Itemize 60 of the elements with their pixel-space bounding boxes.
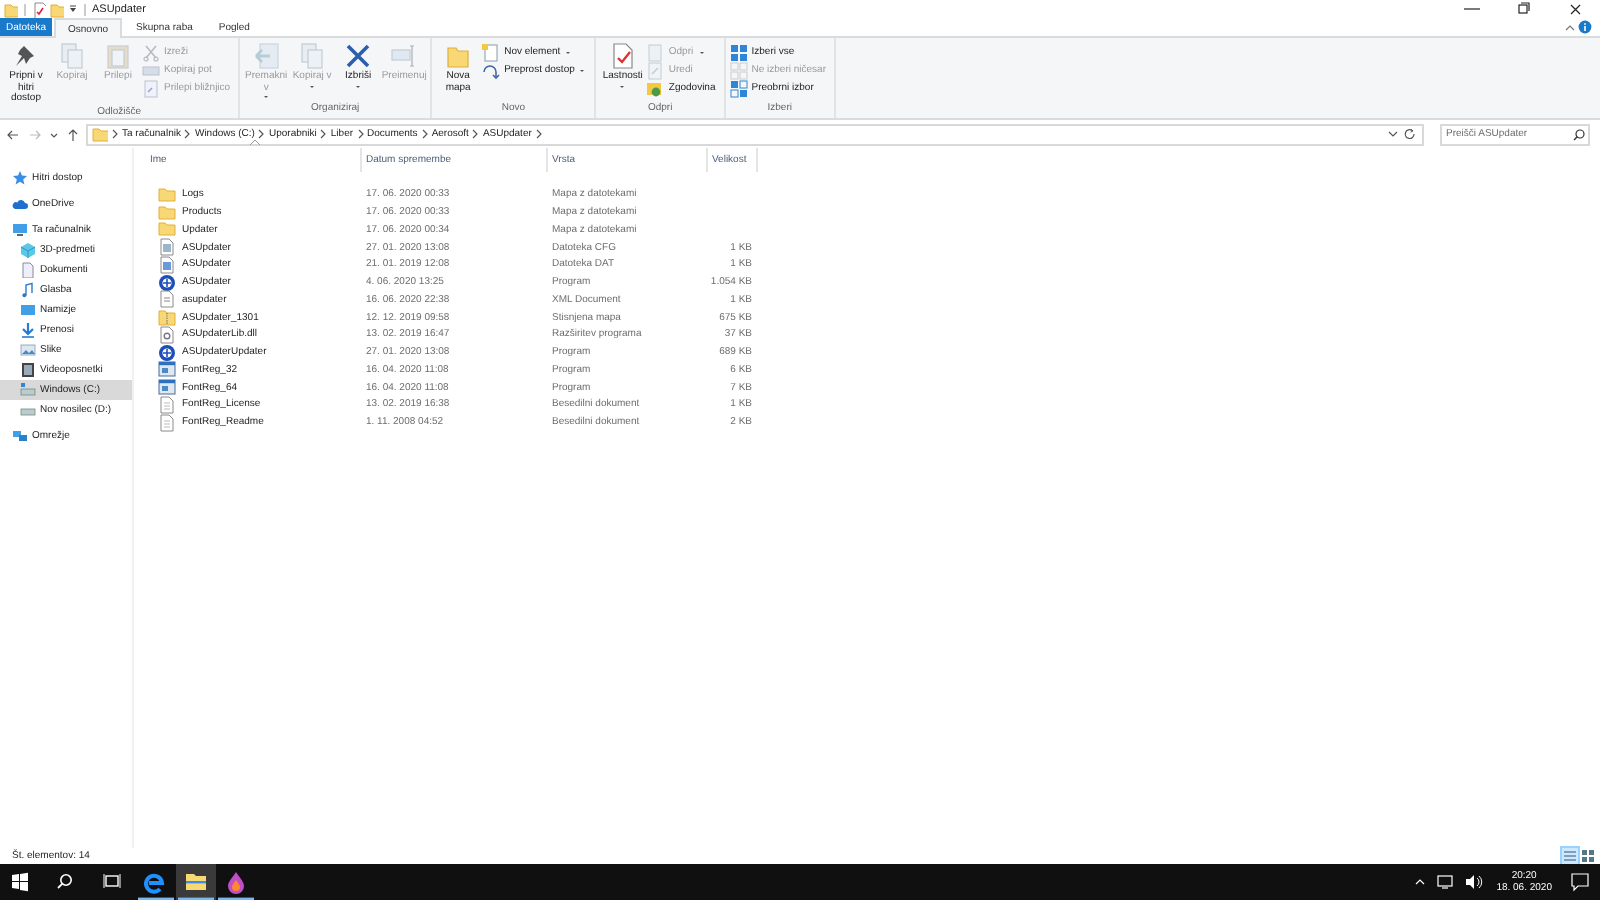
download-icon xyxy=(20,322,36,338)
select-none-icon xyxy=(729,61,748,79)
history-icon xyxy=(646,79,665,97)
document-icon xyxy=(158,290,176,309)
properties-icon[interactable] xyxy=(32,1,46,17)
large-icons-view-icon[interactable] xyxy=(1580,848,1596,864)
chevron-icon[interactable] xyxy=(419,126,430,142)
document-icon xyxy=(20,262,36,278)
customize-toolbar-icon[interactable] xyxy=(68,1,78,17)
chevron-icon[interactable] xyxy=(533,126,544,142)
folder-icon xyxy=(444,42,473,70)
folder-icon xyxy=(92,125,108,143)
star-icon xyxy=(12,170,28,186)
select-all-icon xyxy=(729,43,748,61)
up-icon[interactable] xyxy=(64,125,82,143)
scissors-icon xyxy=(142,43,160,61)
pin-icon xyxy=(12,42,40,70)
delete-icon xyxy=(344,42,373,70)
chevron-icon[interactable] xyxy=(110,126,120,142)
invert-selection-icon xyxy=(729,79,748,97)
edit-icon xyxy=(646,61,665,79)
app-icon xyxy=(158,273,176,292)
cube-icon xyxy=(20,242,36,258)
music-icon xyxy=(20,282,36,298)
window-icon xyxy=(158,378,176,397)
chevron-icon[interactable] xyxy=(182,126,193,142)
refresh-icon[interactable] xyxy=(1402,126,1418,142)
computer-icon xyxy=(12,222,28,238)
network-icon xyxy=(12,428,28,444)
video-icon xyxy=(20,362,36,378)
rename-icon xyxy=(390,42,419,70)
drive-icon xyxy=(20,382,36,398)
search-icon[interactable] xyxy=(1572,127,1586,141)
image-icon xyxy=(20,342,36,358)
new-item-icon xyxy=(482,43,501,61)
copy-icon xyxy=(58,42,86,70)
chevron-icon[interactable] xyxy=(355,126,366,142)
collapse-ribbon-icon[interactable] xyxy=(1564,21,1576,33)
window-icon xyxy=(158,360,176,379)
chevron-icon[interactable] xyxy=(470,126,481,142)
text-file-icon xyxy=(158,395,176,414)
app-icon xyxy=(158,343,176,362)
sort-icon xyxy=(248,138,262,146)
chevron-icon[interactable] xyxy=(318,126,329,142)
copy-icon xyxy=(298,42,327,70)
paste-icon xyxy=(104,42,132,70)
settings-file-icon xyxy=(158,238,176,257)
move-icon xyxy=(252,42,281,70)
data-file-icon xyxy=(158,255,176,274)
shortcut-icon xyxy=(142,79,160,97)
desktop-icon xyxy=(20,302,36,318)
folder-icon xyxy=(4,1,18,17)
chevron-icon[interactable] xyxy=(256,126,267,142)
folder-icon[interactable] xyxy=(176,864,216,900)
cloud-icon xyxy=(12,196,28,212)
dropdown-icon[interactable] xyxy=(1386,126,1400,142)
zip-folder-icon xyxy=(158,308,176,327)
text-file-icon xyxy=(158,413,176,432)
help-icon[interactable] xyxy=(1578,20,1592,34)
back-icon[interactable] xyxy=(4,125,22,143)
